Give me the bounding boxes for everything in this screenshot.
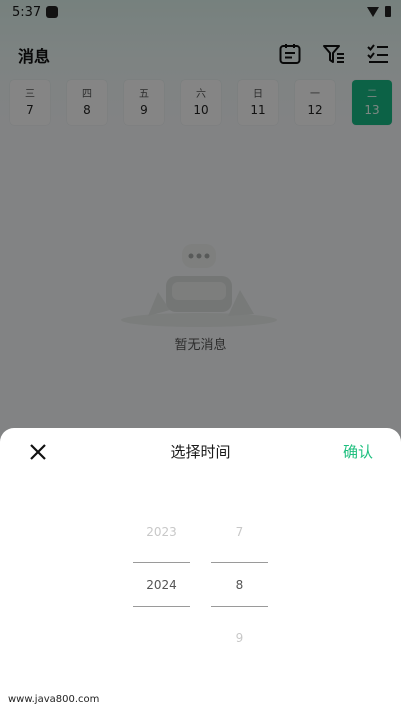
month-picker-column[interactable]: 7 8 9 [211,428,268,713]
time-picker-sheet: 选择时间 确认 2023 2024 7 8 9 [0,428,401,713]
watermark: www.java800.com [8,694,100,705]
year-option-above[interactable]: 2023 [133,525,190,539]
month-option-selected[interactable]: 8 [211,578,268,592]
month-option-above[interactable]: 7 [211,525,268,539]
year-selection-top-line [133,562,190,563]
sheet-title: 选择时间 [170,443,231,461]
confirm-button[interactable]: 确认 [343,441,373,462]
year-selection-bottom-line [133,606,190,607]
close-icon[interactable] [26,440,50,464]
month-option-below[interactable]: 9 [211,631,268,645]
month-selection-top-line [211,562,268,563]
year-option-selected[interactable]: 2024 [133,578,190,592]
month-selection-bottom-line [211,606,268,607]
year-picker-column[interactable]: 2023 2024 [133,428,190,713]
